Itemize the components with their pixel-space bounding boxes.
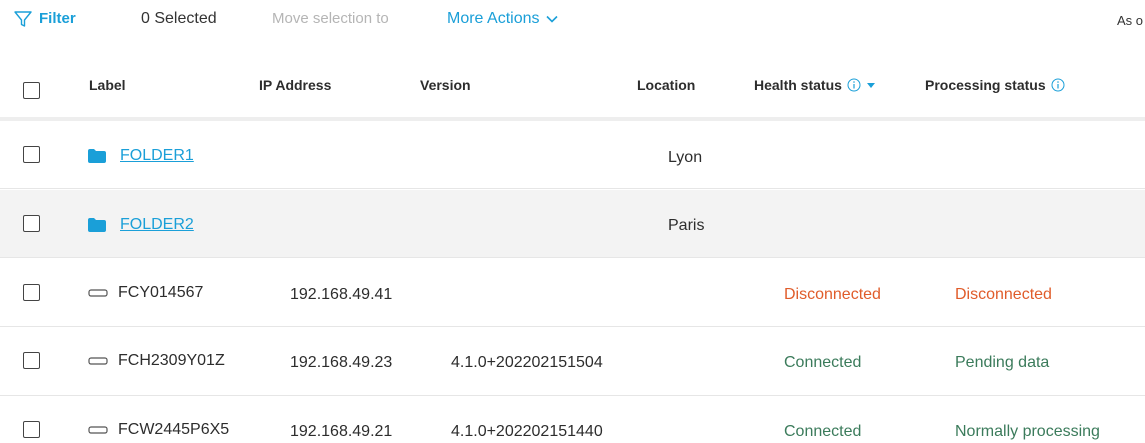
sort-desc-icon[interactable] xyxy=(866,80,876,90)
location-cell: Paris xyxy=(668,217,705,234)
processing-status-cell: Pending data xyxy=(955,354,1050,371)
version-cell: 4.1.0+202202151504 xyxy=(451,354,603,371)
column-ip-address[interactable]: IP Address xyxy=(259,77,331,93)
info-icon[interactable] xyxy=(847,78,861,92)
device-name: FCW2445P6X5 xyxy=(118,421,230,438)
ip-cell: 192.168.49.41 xyxy=(290,286,393,303)
folder-icon xyxy=(88,218,106,232)
health-status-cell: Connected xyxy=(784,423,862,440)
table-row[interactable]: FCW2445P6X5 192.168.49.21 4.1.0+20220215… xyxy=(0,397,1145,443)
health-status-cell: Disconnected xyxy=(784,286,881,303)
row-checkbox[interactable] xyxy=(23,146,40,163)
processing-status-cell: Normally processing xyxy=(955,423,1100,440)
device-icon xyxy=(88,357,108,365)
row-label[interactable]: FCY014567 xyxy=(88,283,203,303)
ip-cell: 192.168.49.21 xyxy=(290,423,393,440)
table-row[interactable]: FOLDER1 Lyon xyxy=(0,121,1145,189)
table-header: Label IP Address Version Location Health… xyxy=(0,64,1145,112)
folder-icon xyxy=(88,149,106,163)
health-status-cell: Connected xyxy=(784,354,862,371)
row-label[interactable]: FCH2309Y01Z xyxy=(88,351,225,371)
as-of-label: As o xyxy=(1117,13,1144,28)
selected-count: 0 Selected xyxy=(141,10,217,27)
column-label[interactable]: Label xyxy=(89,77,126,93)
folder-link[interactable]: FOLDER2 xyxy=(120,215,194,235)
filter-icon xyxy=(14,11,32,27)
more-actions-label: More Actions xyxy=(447,10,540,27)
more-actions-button[interactable]: More Actions xyxy=(447,8,559,30)
info-icon[interactable] xyxy=(1051,78,1065,92)
device-icon xyxy=(88,289,108,297)
row-label[interactable]: FCW2445P6X5 xyxy=(88,420,229,440)
ip-cell: 192.168.49.23 xyxy=(290,354,393,371)
version-cell: 4.1.0+202202151440 xyxy=(451,423,603,440)
toolbar: Filter 0 Selected Move selection to More… xyxy=(0,0,1145,40)
row-checkbox[interactable] xyxy=(23,215,40,232)
select-all-checkbox[interactable] xyxy=(23,82,40,99)
column-health-status-label: Health status xyxy=(754,77,842,93)
column-processing-status[interactable]: Processing status xyxy=(925,77,1065,93)
table-row[interactable]: FOLDER2 Paris xyxy=(0,190,1145,258)
move-selection-button[interactable]: Move selection to xyxy=(272,8,389,30)
column-processing-status-label: Processing status xyxy=(925,77,1046,93)
row-checkbox[interactable] xyxy=(23,284,40,301)
column-location[interactable]: Location xyxy=(637,77,695,93)
table-row[interactable]: FCH2309Y01Z 192.168.49.23 4.1.0+20220215… xyxy=(0,328,1145,396)
column-version[interactable]: Version xyxy=(420,77,471,93)
row-label[interactable]: FOLDER2 xyxy=(88,215,194,235)
location-cell: Lyon xyxy=(668,149,703,166)
chevron-down-icon xyxy=(546,15,559,23)
device-name: FCY014567 xyxy=(118,284,204,301)
row-label[interactable]: FOLDER1 xyxy=(88,146,194,166)
folder-link[interactable]: FOLDER1 xyxy=(120,146,194,166)
processing-status-cell: Disconnected xyxy=(955,286,1052,303)
row-checkbox[interactable] xyxy=(23,421,40,438)
column-health-status[interactable]: Health status xyxy=(754,77,876,93)
table-row[interactable]: FCY014567 192.168.49.41 Disconnected Dis… xyxy=(0,259,1145,327)
device-name: FCH2309Y01Z xyxy=(118,352,225,369)
row-checkbox[interactable] xyxy=(23,352,40,369)
filter-button[interactable]: Filter xyxy=(13,8,76,30)
device-icon xyxy=(88,426,108,434)
filter-label: Filter xyxy=(39,10,76,27)
